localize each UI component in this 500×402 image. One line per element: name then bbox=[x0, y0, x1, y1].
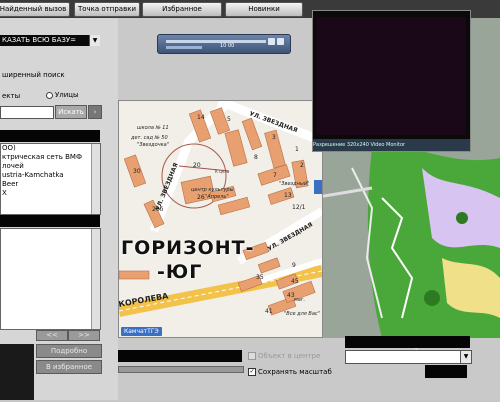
svg-text:9: 9 bbox=[292, 262, 296, 269]
objects-radio[interactable]: екты bbox=[2, 92, 20, 100]
list-item[interactable]: X bbox=[1, 189, 100, 198]
right-black-bar bbox=[345, 336, 470, 348]
media-player-bar[interactable]: 10 00 bbox=[157, 34, 291, 54]
video-screen bbox=[316, 17, 466, 135]
svg-text:"Апрель": "Апрель" bbox=[205, 194, 229, 200]
list-item[interactable]: Beer bbox=[1, 180, 100, 189]
video-status-bar: Разрешение 320x240 Video Monitor bbox=[313, 139, 470, 151]
svg-text:41: 41 bbox=[265, 308, 273, 315]
svg-text:45: 45 bbox=[291, 278, 299, 285]
list-item[interactable]: лочей bbox=[1, 162, 100, 171]
prev-page-button[interactable]: << bbox=[36, 330, 68, 341]
svg-text:12/1: 12/1 bbox=[292, 204, 306, 211]
coordinate-bar bbox=[118, 350, 242, 362]
streets-radio[interactable]: Улицы bbox=[46, 91, 79, 99]
keep-scale-checkbox[interactable]: ✓ Сохранять масштаб bbox=[248, 368, 332, 376]
list-item[interactable]: ктрическая сеть ВМФ bbox=[1, 153, 100, 162]
show-all-base-label: КАЗАТЬ ВСЮ БАЗУ= bbox=[2, 36, 77, 44]
center-object-checkbox[interactable]: Объект в центре bbox=[248, 352, 320, 360]
objects-radio-label: екты bbox=[2, 92, 21, 100]
svg-text:школа № 11: школа № 11 bbox=[137, 125, 169, 131]
city-map[interactable]: 14 5 3 1 2 12/1 13 20 30 20б 26 8 7 45 43 41 35 9 К … bbox=[118, 100, 323, 338]
chevron-down-icon[interactable]: ▼ bbox=[460, 351, 471, 363]
svg-text:13: 13 bbox=[284, 192, 292, 199]
kamchatteg-badge: КамчатТГЭ bbox=[121, 327, 162, 336]
svg-text:"Все для Вас": "Все для Вас" bbox=[284, 311, 320, 317]
search-input[interactable] bbox=[0, 106, 54, 119]
svg-text:3: 3 bbox=[272, 134, 276, 141]
next-page-button[interactable]: >> bbox=[68, 330, 100, 341]
svg-text:30: 30 bbox=[133, 168, 141, 175]
news-toolbar-button[interactable]: Новинки bbox=[225, 2, 303, 17]
stop-icon[interactable] bbox=[277, 38, 284, 45]
add-favorites-button[interactable]: В избранное bbox=[36, 360, 102, 374]
play-icon[interactable] bbox=[268, 38, 275, 45]
city-map-graphic: 14 53 1212/1 132030 20б268 74543 41359 К … bbox=[119, 101, 322, 337]
details-header-bar bbox=[0, 215, 100, 227]
left-dark-strip bbox=[0, 344, 34, 400]
district-name-line1: ГОРИЗОНТ- bbox=[121, 237, 255, 259]
video-window[interactable]: Разрешение 320x240 Video Monitor bbox=[312, 10, 471, 152]
svg-text:маг.: маг. bbox=[294, 297, 305, 303]
find-button[interactable]: Искать bbox=[55, 105, 87, 119]
results-list[interactable]: ОО) ктрическая сеть ВМФ лочей ustria-Kam… bbox=[0, 143, 101, 215]
svg-text:дет. сад № 50: дет. сад № 50 bbox=[130, 135, 168, 141]
list-item[interactable]: ОО) bbox=[1, 144, 100, 153]
svg-text:1: 1 bbox=[295, 146, 299, 153]
keep-scale-label: Сохранять масштаб bbox=[258, 368, 332, 376]
scale-slider[interactable] bbox=[118, 366, 244, 373]
details-button[interactable]: Подробно bbox=[36, 344, 102, 358]
svg-text:"Звездочка": "Звездочка" bbox=[137, 142, 169, 148]
time-display: 10 00 bbox=[220, 43, 235, 49]
center-object-label: Объект в центре bbox=[258, 352, 321, 360]
seek-slider[interactable] bbox=[166, 40, 266, 43]
show-all-base-combo[interactable]: КАЗАТЬ ВСЮ БАЗУ= ▼ bbox=[0, 35, 100, 46]
svg-text:8: 8 bbox=[254, 154, 258, 161]
volume-slider[interactable] bbox=[166, 46, 202, 49]
streets-radio-label: Улицы bbox=[55, 91, 79, 99]
svg-text:центр культуры: центр культуры bbox=[191, 187, 234, 193]
details-scrollbar[interactable] bbox=[91, 229, 100, 329]
extended-search-label[interactable]: ширенный поиск bbox=[2, 71, 65, 79]
svg-text:5: 5 bbox=[227, 116, 231, 123]
svg-text:20: 20 bbox=[193, 162, 201, 169]
svg-text:2: 2 bbox=[300, 162, 304, 169]
left-panel: КАЗАТЬ ВСЮ БАЗУ= ▼ ширенный поиск екты У… bbox=[0, 18, 118, 400]
found-call-button[interactable]: Найденный вызов bbox=[0, 2, 70, 17]
favorites-toolbar-button[interactable]: Избранное bbox=[142, 2, 222, 17]
list-scrollbar[interactable] bbox=[91, 144, 100, 214]
details-box[interactable] bbox=[0, 228, 101, 330]
checkmark-icon: ✓ bbox=[248, 368, 256, 376]
svg-text:26: 26 bbox=[197, 194, 205, 201]
svg-text:"Звездный": "Звездный" bbox=[279, 181, 309, 187]
list-item[interactable]: ustria-Kamchatka bbox=[1, 171, 100, 180]
svg-text:7: 7 bbox=[273, 172, 277, 179]
checkbox-icon bbox=[248, 352, 256, 360]
side-marker bbox=[314, 180, 322, 194]
right-small-black-box bbox=[425, 365, 467, 378]
next-arrow-button[interactable]: › bbox=[88, 105, 102, 119]
right-combo[interactable]: ▼ bbox=[345, 350, 472, 364]
send-point-button[interactable]: Точка отправки bbox=[74, 2, 140, 17]
radio-icon bbox=[46, 91, 53, 99]
video-status-text: Разрешение 320x240 Video Monitor bbox=[313, 142, 406, 148]
svg-text:14: 14 bbox=[197, 114, 205, 121]
district-name-line2: -ЮГ bbox=[157, 261, 203, 283]
pin-label: К цель bbox=[215, 169, 230, 174]
chevron-down-icon[interactable]: ▼ bbox=[89, 35, 100, 46]
results-header-bar bbox=[0, 130, 100, 142]
svg-text:35: 35 bbox=[256, 274, 264, 281]
